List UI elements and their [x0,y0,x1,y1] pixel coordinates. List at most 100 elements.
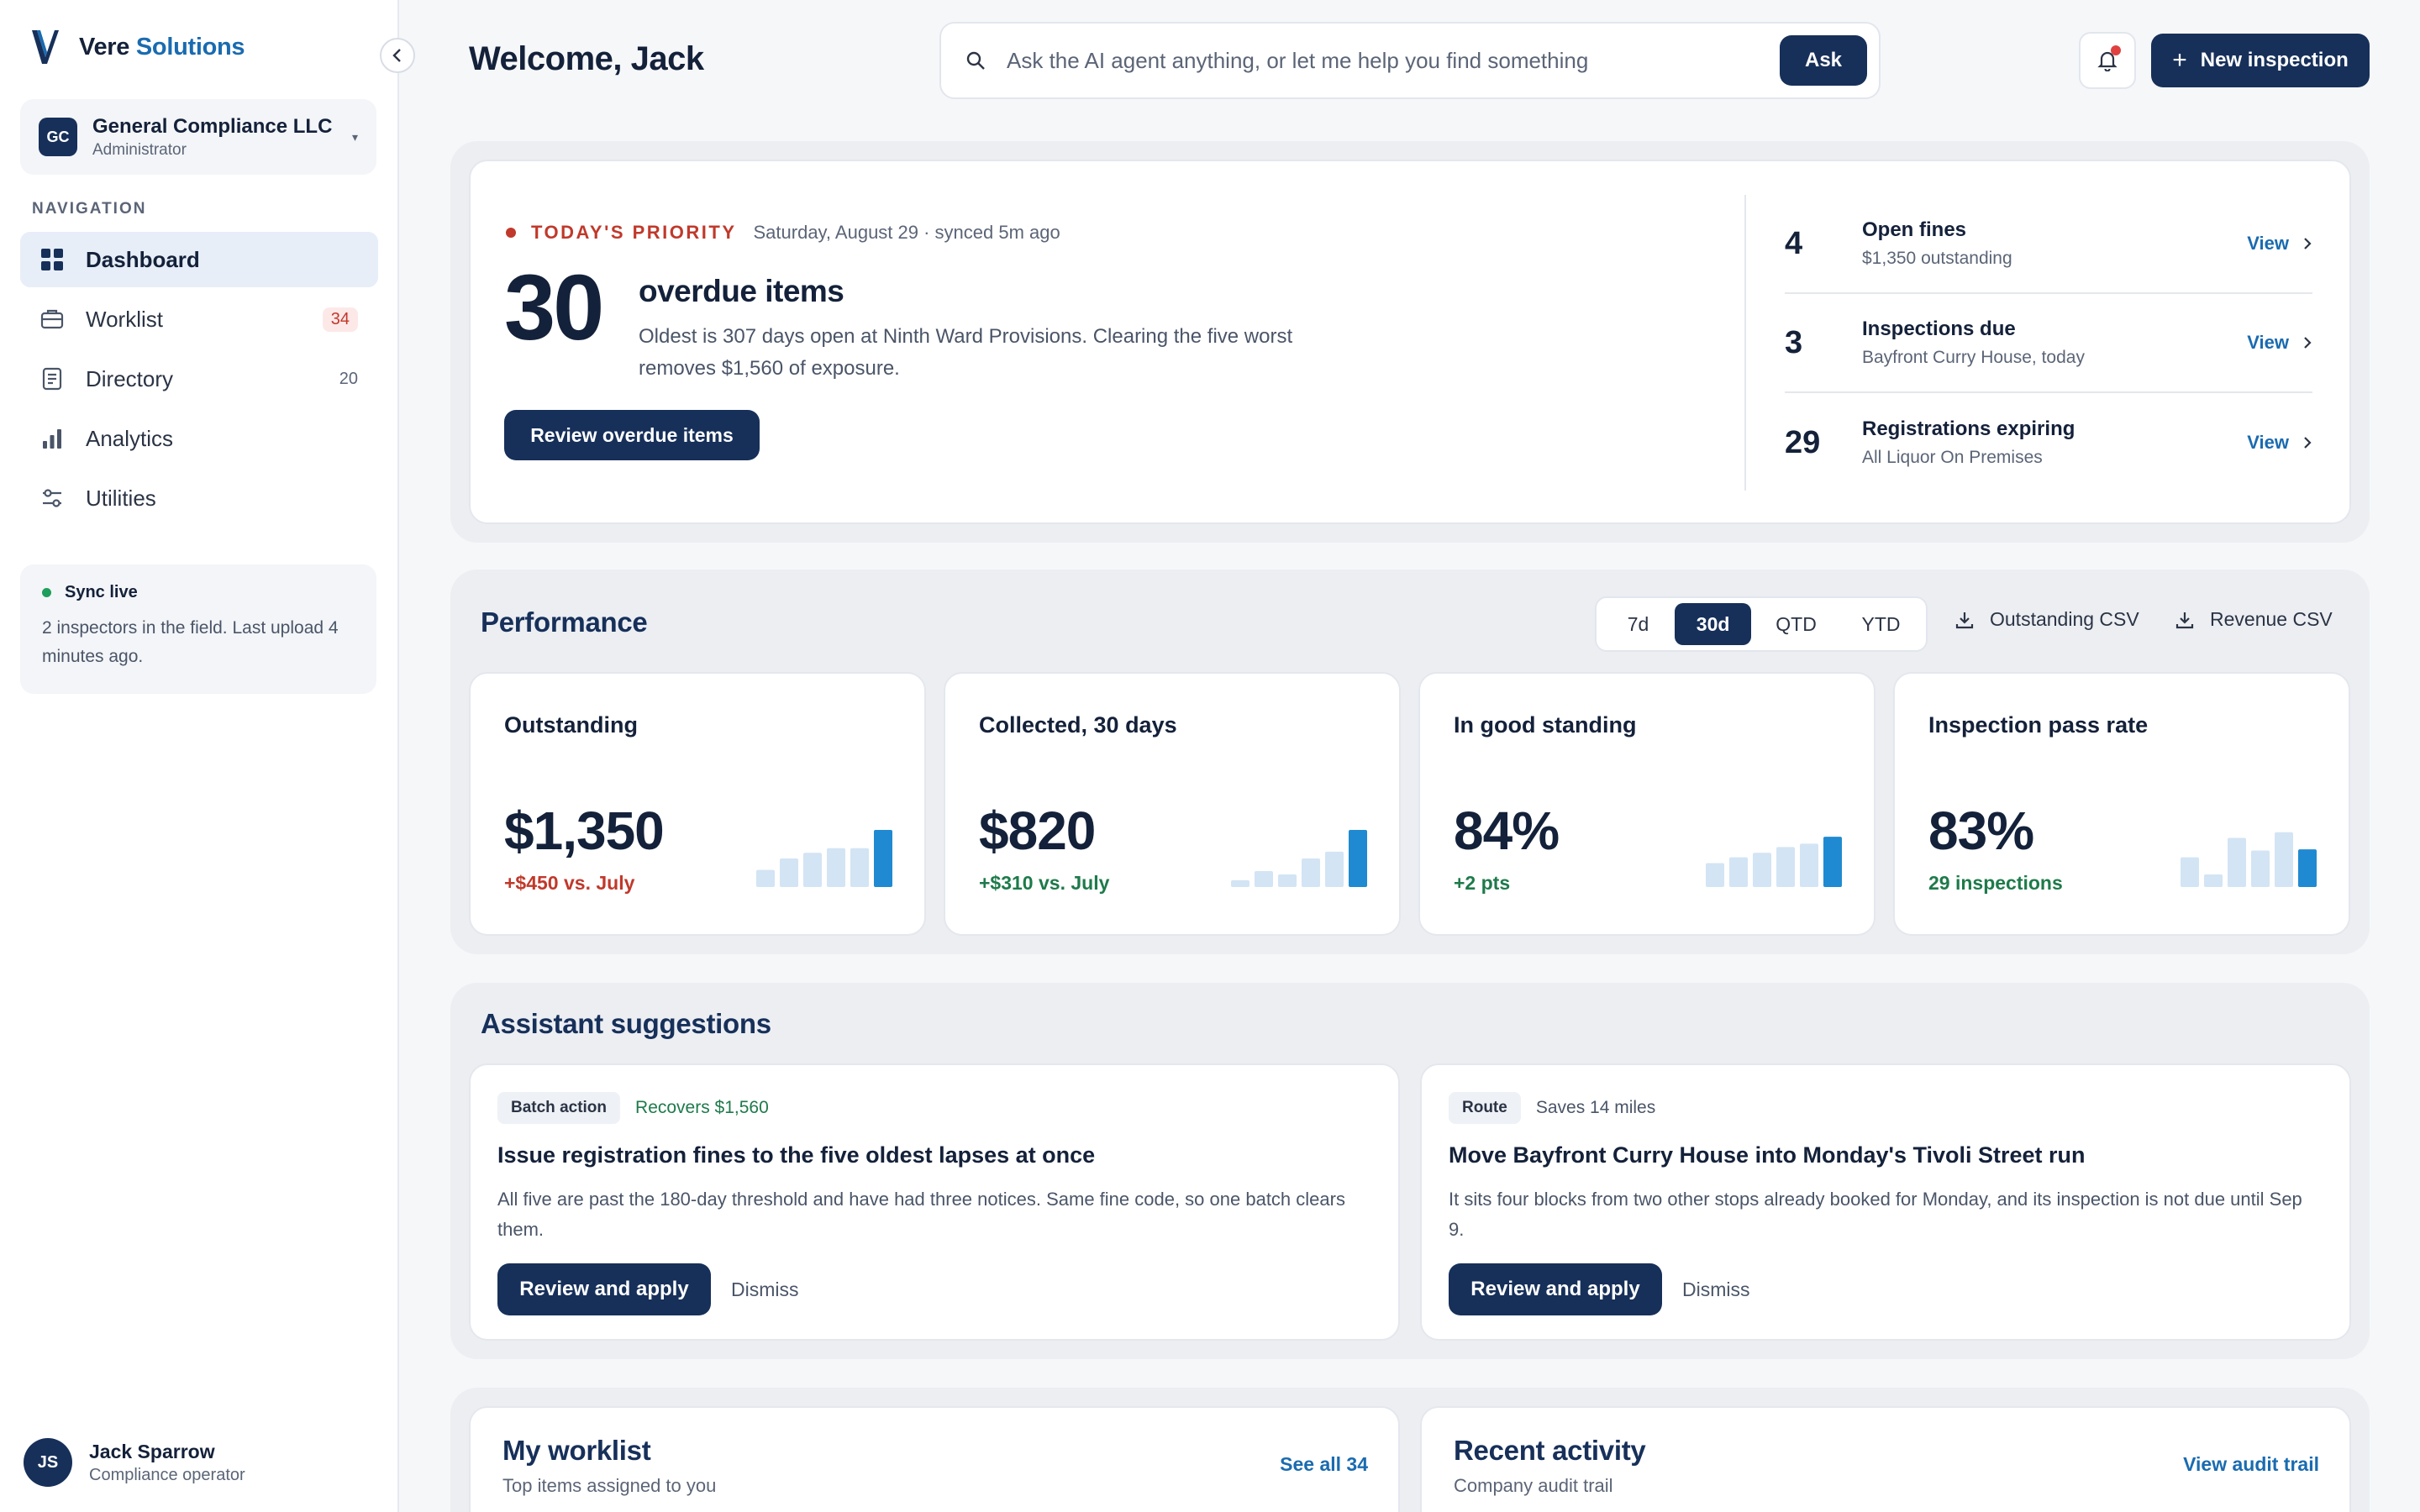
priority-date: Saturday, August 29 · synced 5m ago [753,222,1060,243]
review-and-apply-button[interactable]: Review and apply [497,1263,711,1315]
quick-stat-title: Inspections due [1862,318,2016,340]
kpi-bar [1753,853,1771,887]
download-icon [2175,612,2194,628]
suggestion-body: All five are past the 180-day threshold … [497,1189,1345,1240]
bar-chart-icon [40,427,64,450]
org-role: Administrator [92,140,187,159]
kpi-card-outstanding[interactable]: Outstanding $1,350 +$450 vs. July [469,672,926,936]
view-registrations-link[interactable]: View [2247,432,2312,454]
notifications-button[interactable] [2079,32,2136,89]
kpi-label: In good standing [1454,712,1637,738]
search-input[interactable] [1007,47,1780,74]
range-30d-button[interactable]: 30d [1675,603,1752,645]
view-audit-trail-link[interactable]: View audit trail [2183,1453,2319,1476]
see-all-worklist-link[interactable]: See all 34 [1280,1453,1368,1476]
range-selector: 7d 30d QTD YTD [1595,596,1928,652]
divider [1744,195,1746,491]
user-profile[interactable]: JS Jack Sparrow Compliance operator [24,1438,245,1487]
quick-stats-list: 4 Open fines $1,350 outstanding View 3 I… [1785,195,2312,492]
quick-stat-subtitle: Bayfront Curry House, today [1862,348,2085,367]
sliders-icon [40,486,64,510]
kpi-bar [1278,874,1297,887]
view-open-fines-link[interactable]: View [2247,233,2312,255]
page-title: Welcome, Jack [469,40,704,77]
sidebar-item-directory[interactable]: Directory 20 [20,351,378,407]
recent-activity-title: Recent activity [1454,1435,1646,1466]
nav-heading: NAVIGATION [32,200,147,218]
kpi-bar [2275,832,2293,887]
sidebar-item-label: Worklist [86,306,163,332]
kpi-sparkbar-chart [1706,837,1842,887]
kpi-sparkbar-chart [2181,832,2317,887]
org-switcher[interactable]: GC General Compliance LLC Administrator … [20,99,376,175]
dismiss-button[interactable]: Dismiss [731,1278,799,1301]
new-inspection-button[interactable]: + New inspection [2151,34,2370,87]
priority-description: Oldest is 307 days open at Ninth Ward Pr… [639,325,1293,380]
range-ytd-button[interactable]: YTD [1841,603,1921,645]
chevron-left-icon [392,49,401,62]
kpi-label: Inspection pass rate [1928,712,2149,738]
kpi-bar [1729,857,1748,887]
review-overdue-button[interactable]: Review overdue items [504,410,760,460]
view-inspections-due-link[interactable]: View [2247,332,2312,354]
sidebar-item-analytics[interactable]: Analytics [20,411,378,466]
directory-count: 20 [339,369,358,388]
kpi-sparkbar-chart [1231,830,1367,887]
kpi-bar [850,848,869,887]
suggestion-tag: Route [1449,1092,1521,1124]
avatar: JS [24,1438,72,1487]
recent-activity-card: Recent activity Company audit trail View… [1420,1406,2351,1512]
sidebar-item-utilities[interactable]: Utilities [20,470,378,526]
priority-dot [506,228,516,238]
kpi-value: 84% [1454,801,1560,861]
download-icon [1955,612,1974,628]
ask-button[interactable]: Ask [1780,35,1867,86]
sidebar-item-dashboard[interactable]: Dashboard [20,232,378,287]
kpi-bar [2204,874,2223,887]
vere-logo-icon [32,30,59,64]
worklist-subtitle: Top items assigned to you [502,1475,717,1496]
sidebar: Vere Solutions GC General Compliance LLC… [0,0,399,1512]
new-inspection-label: New inspection [2200,49,2349,71]
sync-status-card: Sync live 2 inspectors in the field. Las… [20,564,376,694]
kpi-bar [2228,837,2246,887]
notification-dot [2111,45,2121,55]
priority-panel: TODAY'S PRIORITY Saturday, August 29 · s… [450,141,2370,543]
quick-stat-title: Registrations expiring [1862,417,2075,440]
kpi-bar [1823,837,1842,887]
kpi-value: $820 [979,801,1096,861]
worklist-title: My worklist [502,1435,651,1466]
kpi-bar [1349,830,1367,887]
range-qtd-button[interactable]: QTD [1751,603,1841,645]
chevron-right-icon [2304,337,2312,349]
brand-name: Vere Solutions [79,33,245,60]
assistant-title: Assistant suggestions [481,1008,771,1039]
user-name: Jack Sparrow [89,1440,215,1462]
review-and-apply-button[interactable]: Review and apply [1449,1263,1662,1315]
kpi-bar [2298,849,2317,887]
kpi-card-collected[interactable]: Collected, 30 days $820 +$310 vs. July [944,672,1401,936]
kpi-bar [1776,847,1795,887]
kpi-bar [827,848,845,887]
quick-stat-number: 4 [1785,225,1803,261]
quick-stat-title: Open fines [1862,218,1967,241]
kpi-card-good-standing[interactable]: In good standing 84% +2 pts [1418,672,1876,936]
outstanding-csv-button[interactable]: Outstanding CSV [1954,608,2139,631]
sidebar-item-label: Analytics [86,425,174,451]
ai-search-bar: Ask [939,22,1881,99]
kpi-bar [803,853,822,887]
performance-title: Performance [481,606,648,638]
kpi-delta: +$450 vs. July [504,872,635,894]
chevron-right-icon [2304,238,2312,249]
range-7d-button[interactable]: 7d [1602,603,1675,645]
bottom-panel: My worklist Top items assigned to you Se… [450,1388,2370,1512]
brand[interactable]: Vere Solutions [30,29,245,66]
kpi-label: Outstanding [504,712,638,738]
sidebar-item-worklist[interactable]: Worklist 34 [20,291,378,347]
dismiss-button[interactable]: Dismiss [1682,1278,1750,1301]
kpi-delta: +2 pts [1454,872,1511,894]
kpi-card-pass-rate[interactable]: Inspection pass rate 83% 29 inspections [1893,672,2350,936]
list-item: 3 Inspections due Bayfront Curry House, … [1785,294,2312,393]
collapse-sidebar-button[interactable] [380,38,415,73]
revenue-csv-button[interactable]: Revenue CSV [2175,608,2333,631]
